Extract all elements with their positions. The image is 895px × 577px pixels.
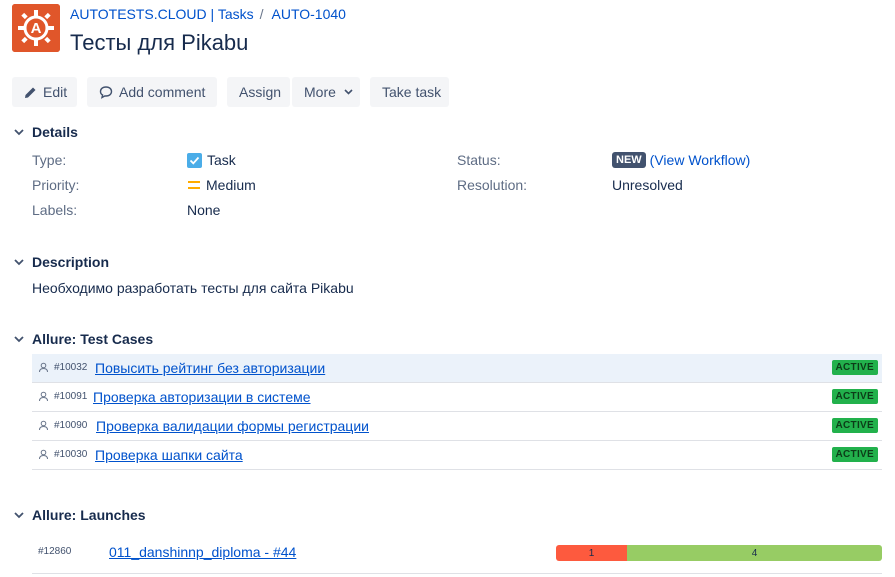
details-heading: Details xyxy=(32,124,78,140)
failed-segment: 1 xyxy=(556,545,627,561)
priority-value: Medium xyxy=(187,177,256,193)
passed-segment: 4 xyxy=(627,545,882,561)
more-button[interactable]: More xyxy=(292,77,360,107)
priority-label: Priority: xyxy=(32,177,80,193)
project-avatar[interactable]: A xyxy=(12,4,60,52)
edit-button[interactable]: Edit xyxy=(12,77,77,107)
task-checkbox-icon xyxy=(187,152,202,168)
resolution-label: Resolution: xyxy=(457,177,528,193)
edit-button-label: Edit xyxy=(43,84,68,100)
view-workflow-link[interactable]: (View Workflow) xyxy=(650,152,751,168)
test-case-row[interactable]: #10090 Проверка валидации формы регистра… xyxy=(32,412,882,441)
test-case-link[interactable]: Проверка шапки сайта xyxy=(95,447,243,463)
manual-test-person-icon xyxy=(38,362,49,373)
add-comment-button-label: Add comment xyxy=(119,84,206,100)
test-case-list: #10032 Повысить рейтинг без авторизации … xyxy=(32,354,882,470)
test-case-id: #10091 xyxy=(54,391,88,402)
take-task-button-label: Take task xyxy=(382,84,442,100)
launches-heading: Allure: Launches xyxy=(32,507,146,523)
test-cases-section-header[interactable]: Allure: Test Cases xyxy=(12,331,153,347)
resolution-value: Unresolved xyxy=(612,177,683,193)
gear-a-logo-icon: A xyxy=(12,4,60,52)
test-case-link[interactable]: Проверка авторизации в системе xyxy=(93,389,311,405)
issue-toolbar: Edit Add comment Assign More Take task xyxy=(12,77,449,107)
test-case-id: #10032 xyxy=(54,362,88,373)
type-value-text: Task xyxy=(207,152,236,168)
status-badge: ACTIVE xyxy=(831,418,878,433)
launches-section-header[interactable]: Allure: Launches xyxy=(12,507,146,523)
launch-id: #12860 xyxy=(38,546,72,557)
chevron-down-icon[interactable] xyxy=(12,255,26,269)
chevron-down-icon xyxy=(344,89,353,95)
manual-test-person-icon xyxy=(38,420,49,431)
assign-button[interactable]: Assign xyxy=(227,77,290,107)
chevron-down-icon[interactable] xyxy=(12,332,26,346)
add-comment-button[interactable]: Add comment xyxy=(87,77,217,107)
issue-header: A AUTOTESTS.CLOUD | Tasks / AUTO-1040 Тест… xyxy=(12,4,882,56)
manual-test-person-icon xyxy=(38,449,49,460)
breadcrumb-separator: / xyxy=(259,6,264,22)
chevron-down-icon[interactable] xyxy=(12,125,26,139)
test-cases-heading: Allure: Test Cases xyxy=(32,331,154,347)
test-case-id: #10030 xyxy=(54,449,88,460)
status-badge: ACTIVE xyxy=(831,360,878,375)
test-case-row[interactable]: #10030 Проверка шапки сайта ACTIVE xyxy=(32,441,882,470)
more-button-label: More xyxy=(304,84,336,100)
svg-text:A: A xyxy=(31,20,42,37)
status-label: Status: xyxy=(457,152,501,168)
test-case-row[interactable]: #10091 Проверка авторизации в системе AC… xyxy=(32,383,882,412)
chevron-down-icon[interactable] xyxy=(12,508,26,522)
status-value: NEW (View Workflow) xyxy=(612,152,750,168)
manual-test-person-icon xyxy=(38,391,49,402)
labels-label: Labels: xyxy=(32,202,78,218)
test-case-link[interactable]: Повысить рейтинг без авторизации xyxy=(95,360,325,376)
pencil-icon xyxy=(24,86,37,99)
take-task-button[interactable]: Take task xyxy=(370,77,449,107)
test-case-id: #10090 xyxy=(54,420,88,431)
labels-value: None xyxy=(187,202,221,218)
breadcrumb-issue-key-link[interactable]: AUTO-1040 xyxy=(272,6,346,22)
description-text[interactable]: Необходимо разработать тесты для сайта P… xyxy=(32,280,354,296)
launch-result-bar[interactable]: 1 4 xyxy=(556,545,882,561)
breadcrumb-project-link[interactable]: AUTOTESTS.CLOUD | Tasks xyxy=(70,6,254,22)
launch-row[interactable]: #12860 011_danshinnp_diploma - #44 1 4 xyxy=(32,538,882,574)
issue-title[interactable]: Тесты для Pikabu xyxy=(70,30,248,56)
priority-value-text: Medium xyxy=(206,177,256,193)
status-badge: ACTIVE xyxy=(831,389,878,404)
description-heading: Description xyxy=(32,254,110,270)
test-case-link[interactable]: Проверка валидации формы регистрации xyxy=(96,418,369,434)
status-badge: NEW xyxy=(612,152,646,168)
details-section-header[interactable]: Details xyxy=(12,124,78,140)
status-badge: ACTIVE xyxy=(831,447,878,462)
description-section-header[interactable]: Description xyxy=(12,254,109,270)
priority-medium-icon xyxy=(187,179,201,191)
launch-link[interactable]: 011_danshinnp_diploma - #44 xyxy=(109,544,296,560)
comment-icon xyxy=(99,85,113,99)
type-value: Task xyxy=(187,152,236,168)
assign-button-label: Assign xyxy=(239,84,282,100)
breadcrumb: AUTOTESTS.CLOUD | Tasks / AUTO-1040 xyxy=(70,6,346,22)
type-label: Type: xyxy=(32,152,67,168)
test-case-row[interactable]: #10032 Повысить рейтинг без авторизации … xyxy=(32,354,882,383)
